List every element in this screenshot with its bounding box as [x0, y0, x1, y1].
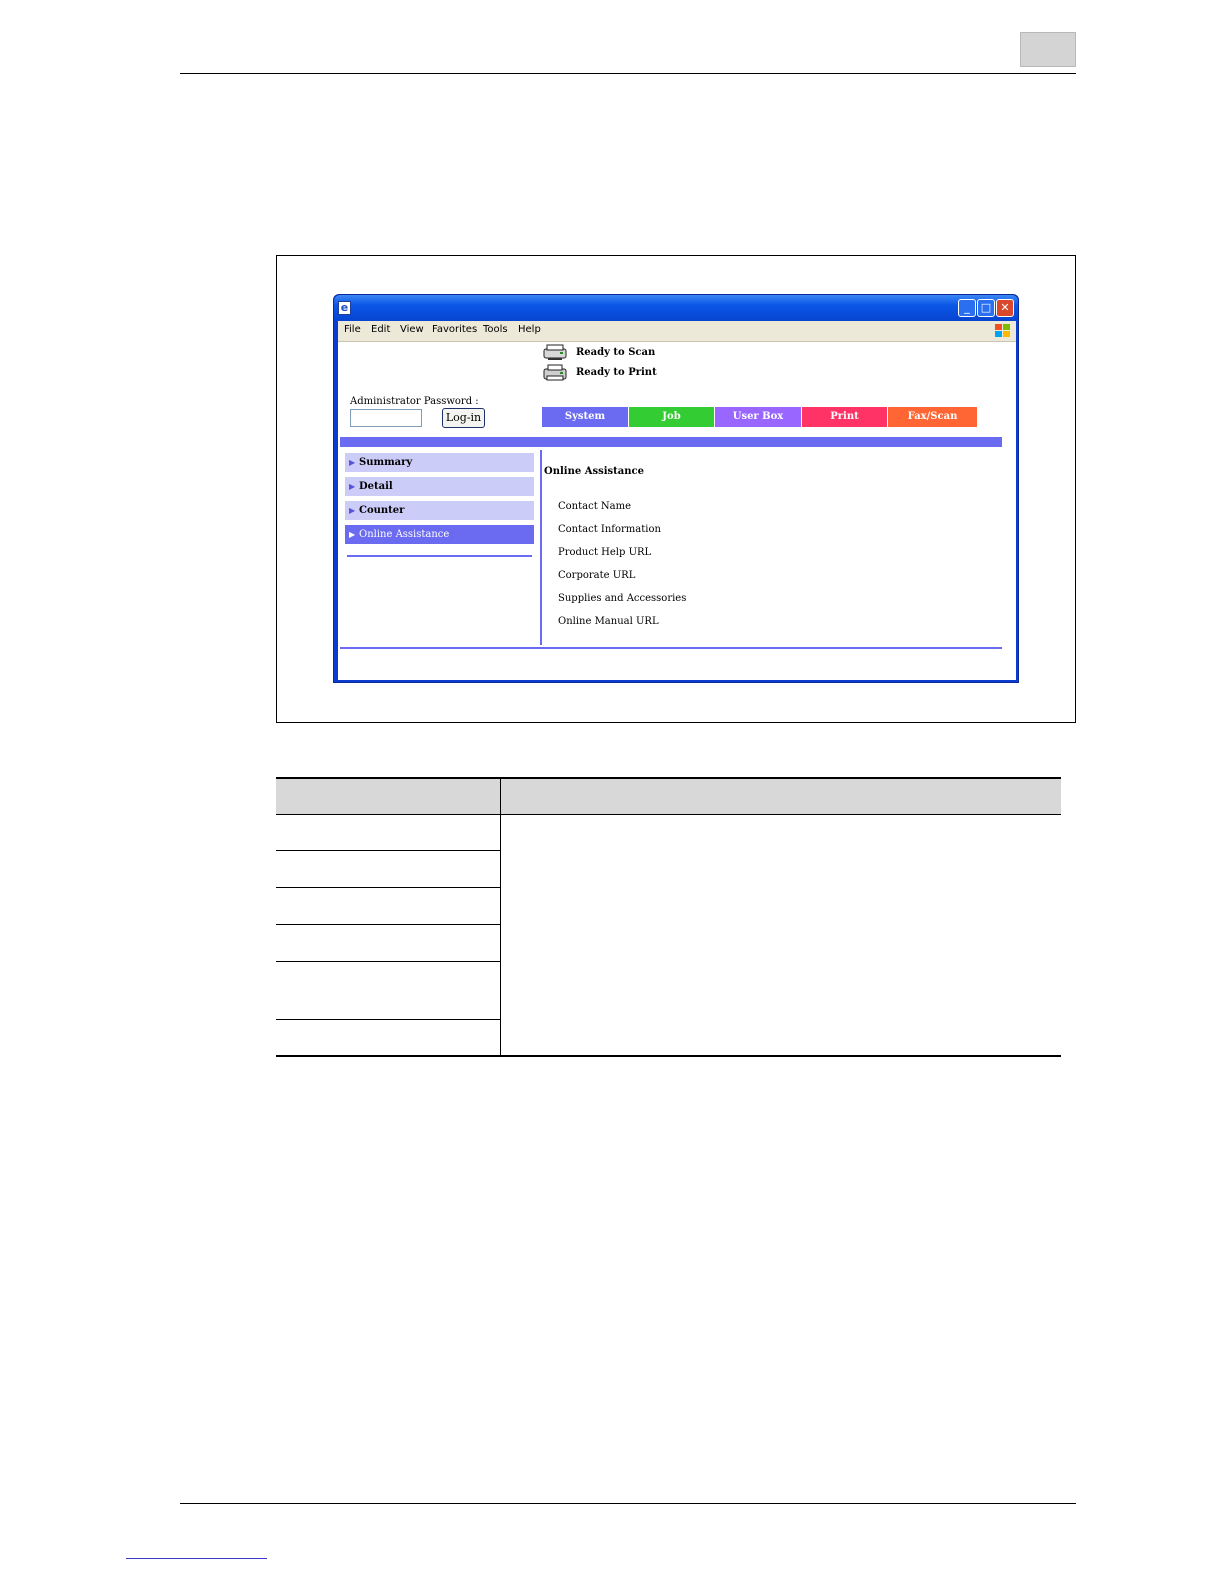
footer-rule	[180, 1503, 1076, 1504]
table-row-divider	[276, 924, 500, 925]
table-bottom-rule	[276, 1055, 1061, 1057]
printer-icon	[543, 364, 567, 381]
admin-password-label: Administrator Password :	[350, 396, 479, 407]
menu-help[interactable]: Help	[518, 324, 541, 335]
tab-user-box[interactable]: User Box	[715, 407, 801, 427]
chapter-tab	[1020, 32, 1076, 67]
scanner-icon	[543, 344, 567, 360]
arrow-right-icon: ▶	[349, 506, 356, 515]
menu-bar: File Edit View Favorites Tools Help	[338, 321, 1016, 342]
info-product-help-url: Product Help URL	[558, 547, 652, 558]
sidebar-item-label: Summary	[359, 457, 413, 468]
page-title: Online Assistance	[544, 466, 644, 477]
windows-logo-icon	[994, 323, 1010, 338]
sidebar-item-detail[interactable]: ▶ Detail	[345, 477, 534, 496]
menu-file[interactable]: File	[344, 324, 361, 335]
sidebar-item-online-assistance[interactable]: ▶ Online Assistance	[345, 525, 534, 544]
sidebar-item-counter[interactable]: ▶ Counter	[345, 501, 534, 520]
menu-favorites[interactable]: Favorites	[432, 324, 477, 335]
sidebar-item-label: Detail	[359, 481, 393, 492]
page-content: Ready to Scan Ready to Print Administrat…	[338, 342, 1016, 680]
maximize-icon[interactable]: □	[977, 299, 995, 317]
table-row-divider	[276, 887, 500, 888]
info-contact-name: Contact Name	[558, 501, 632, 512]
footer-divider	[340, 647, 1002, 649]
header-rule	[180, 73, 1076, 74]
content-divider	[540, 450, 542, 645]
sidebar-underline	[347, 555, 532, 557]
table-header	[276, 777, 1061, 815]
browser-window: e _ □ ✕ File Edit View Favorites Tools H…	[333, 294, 1019, 683]
info-contact-information: Contact Information	[558, 524, 661, 535]
tab-fax-scan[interactable]: Fax/Scan	[888, 407, 977, 427]
table-column-divider	[500, 777, 501, 1056]
menu-view[interactable]: View	[400, 324, 424, 335]
tab-job[interactable]: Job	[629, 407, 714, 427]
info-supplies-accessories: Supplies and Accessories	[558, 593, 687, 604]
close-icon[interactable]: ✕	[996, 299, 1014, 317]
table-row-divider	[276, 1019, 500, 1020]
status-print-text: Ready to Print	[576, 367, 657, 378]
sidebar-item-label: Counter	[359, 505, 405, 516]
title-bar[interactable]: e _ □ ✕	[334, 295, 1018, 321]
status-scan-text: Ready to Scan	[576, 347, 656, 358]
minimize-icon[interactable]: _	[958, 299, 976, 317]
sidebar-item-summary[interactable]: ▶ Summary	[345, 453, 534, 472]
arrow-right-icon: ▶	[349, 458, 356, 467]
table-row-divider	[276, 850, 500, 851]
arrow-right-icon: ▶	[349, 530, 356, 539]
header-divider-bar	[340, 437, 1002, 447]
login-button[interactable]: Log-in	[442, 408, 485, 428]
tab-print[interactable]: Print	[802, 407, 887, 427]
table-row-divider	[276, 961, 500, 962]
tab-system[interactable]: System	[542, 407, 628, 427]
footer-link-underline[interactable]	[126, 1558, 267, 1559]
sidebar-item-label: Online Assistance	[359, 529, 450, 540]
info-online-manual-url: Online Manual URL	[558, 616, 659, 627]
admin-password-input[interactable]	[350, 409, 422, 427]
menu-edit[interactable]: Edit	[371, 324, 390, 335]
ie-icon: e	[338, 301, 351, 315]
menu-tools[interactable]: Tools	[483, 324, 508, 335]
info-corporate-url: Corporate URL	[558, 570, 636, 581]
arrow-right-icon: ▶	[349, 482, 356, 491]
